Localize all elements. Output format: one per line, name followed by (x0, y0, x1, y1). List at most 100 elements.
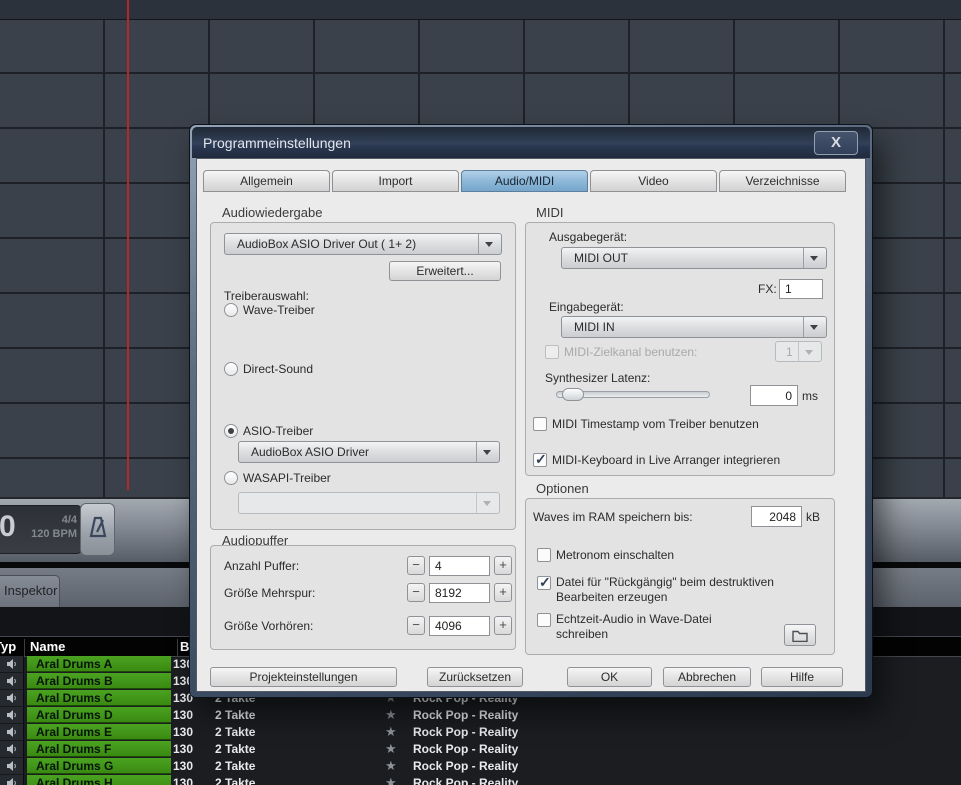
loop-name[interactable]: Aral Drums C (27, 690, 171, 706)
star-icon[interactable] (385, 758, 397, 774)
tab-verzeichnisse[interactable]: Verzeichnisse (719, 170, 846, 192)
plus-stepper[interactable] (494, 556, 512, 575)
metronome-icon (88, 515, 108, 544)
table-row[interactable]: Aral Drums F 130 2 Takte Rock Pop - Real… (0, 741, 961, 758)
midi-out-dropdown[interactable]: MIDI OUT (561, 247, 827, 269)
column-divider (24, 639, 25, 656)
asio-driver-dropdown[interactable]: AudioBox ASIO Driver (238, 441, 500, 463)
column-header-name[interactable]: Name (30, 639, 65, 654)
speaker-icon[interactable] (0, 707, 24, 724)
midi-keyboard-checkbox[interactable] (533, 451, 547, 468)
star-icon[interactable] (385, 775, 397, 785)
radio-asio-treiber[interactable] (224, 424, 238, 438)
tab-allgemein[interactable]: Allgemein (203, 170, 330, 192)
undo-file-label-line2: Bearbeiten erzeugen (556, 590, 668, 604)
dialog-titlebar[interactable]: Programmeinstellungen X (192, 127, 870, 158)
zuruecksetzen-button[interactable]: Zurücksetzen (427, 667, 523, 687)
radio-wave-treiber-label[interactable]: Wave-Treiber (243, 303, 315, 317)
minus-stepper[interactable] (407, 556, 425, 575)
metronom-checkbox[interactable] (537, 548, 551, 562)
advanced-button[interactable]: Erweitert... (389, 261, 501, 281)
fx-input[interactable] (779, 279, 823, 299)
tempo-value: 120 BPM (31, 528, 77, 540)
undo-file-label-line1[interactable]: Datei für "Rückgängig" beim destruktiven (556, 575, 774, 589)
speaker-icon[interactable] (0, 724, 24, 741)
speaker-icon[interactable] (0, 741, 24, 758)
browse-folder-button[interactable] (784, 624, 816, 646)
radio-wave-treiber[interactable] (224, 303, 238, 317)
audio-device-dropdown[interactable]: AudioBox ASIO Driver Out ( 1+ 2) (224, 233, 502, 255)
star-icon[interactable] (385, 724, 397, 740)
latency-unit-label: ms (802, 389, 818, 403)
chevron-down-icon (803, 248, 826, 268)
tab-audio-midi[interactable]: Audio/MIDI (461, 170, 588, 192)
hilfe-button[interactable]: Hilfe (761, 667, 843, 687)
latency-input[interactable] (750, 385, 798, 406)
column-header-typ[interactable]: Typ (0, 639, 16, 654)
minus-stepper[interactable] (407, 583, 425, 602)
loop-name[interactable]: Aral Drums G (27, 758, 171, 774)
midi-keyboard-label[interactable]: MIDI-Keyboard in Live Arranger integrier… (552, 453, 780, 467)
loop-length: 2 Takte (215, 776, 256, 785)
section-label-optionen: Optionen (536, 481, 589, 496)
realtime-audio-label-line2: schreiben (556, 627, 609, 641)
loop-name[interactable]: Aral Drums A (27, 656, 171, 672)
plus-stepper[interactable] (494, 583, 512, 602)
plus-stepper[interactable] (494, 616, 512, 635)
table-row[interactable]: Aral Drums D 130 2 Takte Rock Pop - Real… (0, 707, 961, 724)
radio-direct-sound[interactable] (224, 362, 238, 376)
table-row[interactable]: Aral Drums H 130 2 Takte Rock Pop - Real… (0, 775, 961, 785)
dialog-title: Programmeinstellungen (203, 135, 351, 151)
star-icon[interactable] (385, 707, 397, 723)
tempo-display: 4/4 120 BPM (31, 513, 77, 541)
ram-label: Waves im RAM speichern bis: (533, 510, 693, 524)
synth-latency-label: Synthesizer Latenz: (545, 371, 651, 385)
radio-asio-treiber-label[interactable]: ASIO-Treiber (243, 424, 313, 438)
midi-output-label: Ausgabegerät: (549, 230, 628, 244)
star-icon[interactable] (385, 741, 397, 757)
groesse-vorhoeren-label: Größe Vorhören: (224, 619, 314, 633)
tab-import[interactable]: Import (332, 170, 459, 192)
timeline-ruler (0, 0, 961, 20)
groesse-mehrspur-input[interactable] (429, 583, 490, 603)
realtime-audio-checkbox[interactable] (537, 613, 551, 627)
speaker-icon[interactable] (0, 775, 24, 785)
column-header-bpm[interactable]: B (180, 639, 189, 654)
ok-button[interactable]: OK (567, 667, 652, 687)
groesse-vorhoeren-input[interactable] (429, 616, 490, 636)
loop-length: 2 Takte (215, 759, 256, 773)
loop-length: 2 Takte (215, 742, 256, 756)
midi-in-dropdown[interactable]: MIDI IN (561, 316, 827, 338)
projekteinstellungen-button[interactable]: Projekteinstellungen (210, 667, 397, 687)
loop-bpm: 130 (173, 776, 194, 785)
loop-name[interactable]: Aral Drums B (27, 673, 171, 689)
realtime-audio-label-line1[interactable]: Echtzeit-Audio in Wave-Datei (556, 612, 712, 626)
midi-timestamp-label[interactable]: MIDI Timestamp vom Treiber benutzen (552, 417, 759, 431)
tab-inspektor[interactable]: Inspektor (0, 575, 60, 607)
radio-direct-sound-label[interactable]: Direct-Sound (243, 362, 313, 376)
midi-timestamp-checkbox[interactable] (533, 417, 547, 431)
ram-input[interactable] (751, 506, 802, 527)
metronome-button[interactable] (80, 503, 115, 556)
abbrechen-button[interactable]: Abbrechen (663, 667, 751, 687)
table-row[interactable]: Aral Drums G 130 2 Takte Rock Pop - Real… (0, 758, 961, 775)
loop-name[interactable]: Aral Drums E (27, 724, 171, 740)
close-icon[interactable]: X (814, 131, 858, 155)
metronom-label[interactable]: Metronom einschalten (556, 548, 674, 562)
minus-stepper[interactable] (407, 616, 425, 635)
speaker-icon[interactable] (0, 690, 24, 707)
loop-name[interactable]: Aral Drums H (27, 775, 171, 785)
radio-wasapi-treiber-label[interactable]: WASAPI-Treiber (243, 471, 331, 485)
undo-file-checkbox[interactable] (537, 574, 551, 591)
tab-video[interactable]: Video (590, 170, 717, 192)
radio-wasapi-treiber[interactable] (224, 471, 238, 485)
loop-name[interactable]: Aral Drums F (27, 741, 171, 757)
loop-name[interactable]: Aral Drums D (27, 707, 171, 723)
chevron-down-icon (476, 442, 499, 462)
speaker-icon[interactable] (0, 758, 24, 775)
speaker-icon[interactable] (0, 673, 24, 690)
latency-slider-thumb[interactable] (562, 388, 584, 401)
table-row[interactable]: Aral Drums E 130 2 Takte Rock Pop - Real… (0, 724, 961, 741)
anzahl-puffer-input[interactable] (429, 556, 490, 576)
speaker-icon[interactable] (0, 656, 24, 673)
